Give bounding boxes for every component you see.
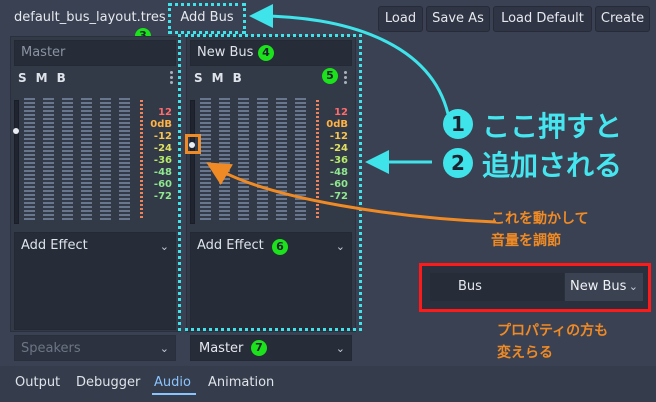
step1-badge: 1 (443, 109, 473, 139)
arrow-to-add-bus (249, 4, 450, 115)
step1-text: ここ押すと (482, 110, 623, 143)
slider-note-line1: これを動かして (491, 211, 589, 227)
step2-text: 追加される (482, 149, 623, 182)
inspector-highlight (419, 263, 651, 312)
slider-note-line2: 音量を調節 (491, 233, 561, 249)
property-note-line1: プロパティの方も (497, 323, 609, 339)
step2-badge: 2 (443, 148, 473, 178)
property-note-line2: 変えらる (497, 345, 553, 361)
